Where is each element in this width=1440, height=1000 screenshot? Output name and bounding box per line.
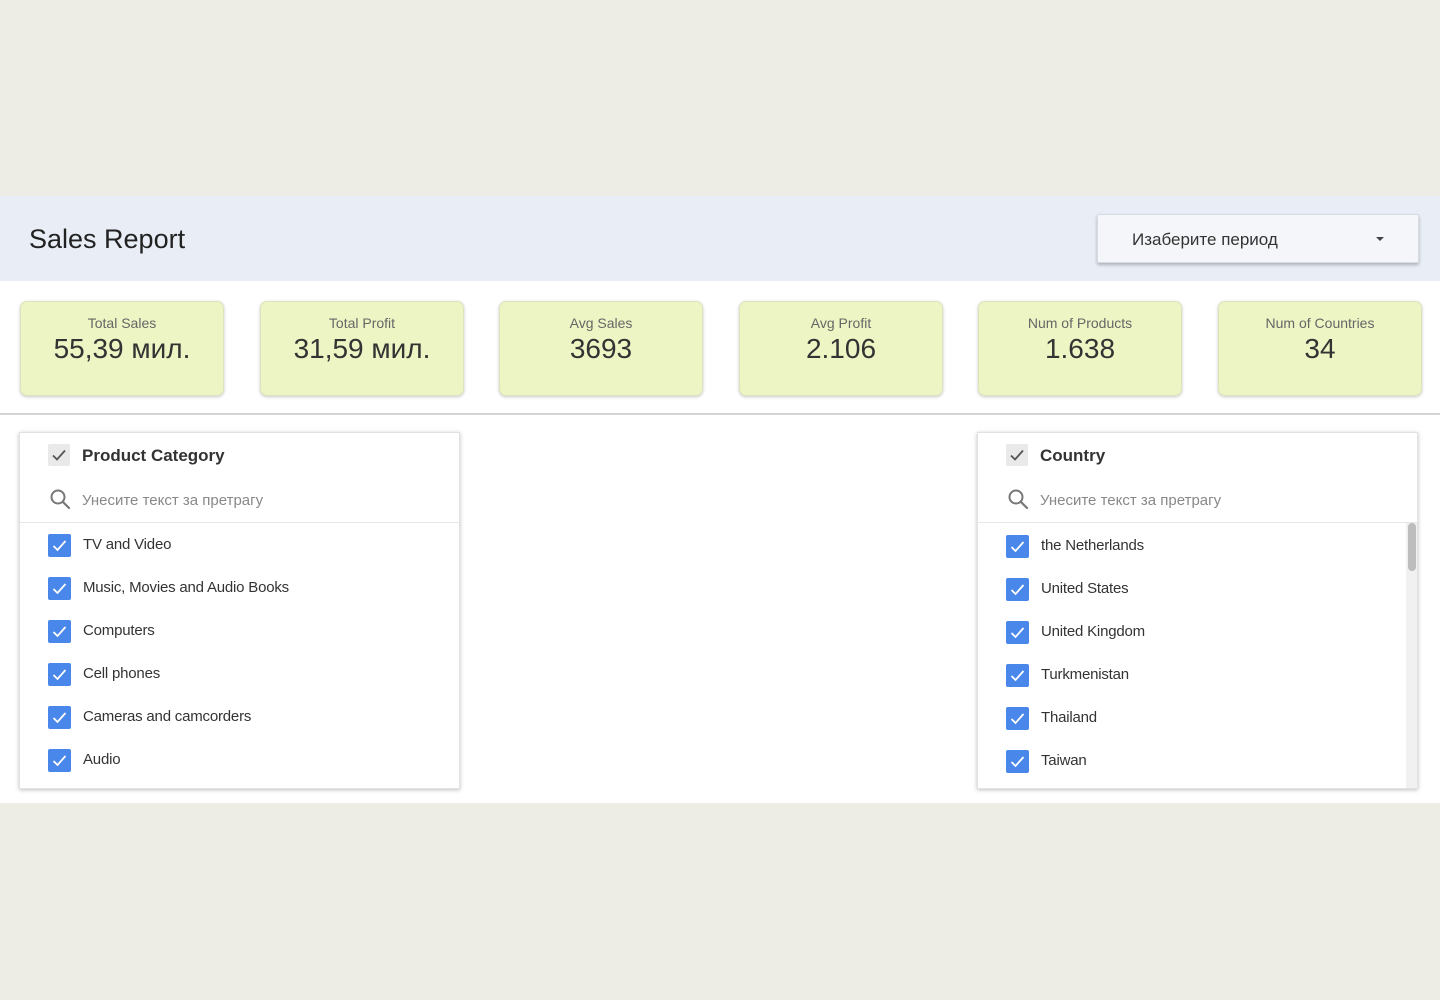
list-item[interactable]: Taiwan	[978, 739, 1417, 782]
kpi-label: Num of Countries	[1265, 315, 1375, 331]
list-item[interactable]: Cameras and camcorders	[20, 695, 459, 738]
product-category-filter: Product Category TV and Video Music, Mov…	[19, 432, 460, 789]
item-checkbox[interactable]	[48, 749, 71, 772]
list-item[interactable]: Thailand	[978, 696, 1417, 739]
list-item[interactable]: Turkmenistan	[978, 653, 1417, 696]
list-item[interactable]: Audio	[20, 738, 459, 781]
kpi-row: Total Sales 55,39 мил. Total Profit 31,5…	[0, 281, 1440, 415]
item-label: Taiwan	[1041, 752, 1087, 769]
filter-header: Country	[978, 433, 1417, 477]
filter-title: Country	[1040, 446, 1106, 465]
kpi-value: 1.638	[1044, 333, 1116, 364]
scrollbar-thumb[interactable]	[1408, 523, 1416, 571]
kpi-label: Num of Products	[1027, 315, 1133, 331]
item-label: Thailand	[1041, 709, 1097, 726]
period-select-label: Изаберите период	[1132, 230, 1278, 249]
checkmark-icon	[1010, 670, 1025, 682]
kpi-label: Avg Sales	[569, 315, 633, 331]
checkmark-icon	[1010, 713, 1025, 725]
item-checkbox[interactable]	[1006, 621, 1029, 644]
item-label: TV and Video	[83, 536, 172, 553]
checkmark-icon	[52, 583, 67, 595]
checkmark-icon	[52, 712, 67, 724]
period-select-dropdown[interactable]: Изаберите период	[1097, 214, 1419, 263]
kpi-label: Total Sales	[87, 315, 157, 331]
item-checkbox[interactable]	[48, 706, 71, 729]
scrollbar[interactable]	[1406, 523, 1417, 788]
item-label: United States	[1041, 580, 1129, 597]
item-label: Cameras and camcorders	[83, 708, 252, 725]
checkmark-icon	[52, 669, 67, 681]
kpi-value: 55,39 мил.	[53, 333, 191, 364]
item-checkbox[interactable]	[48, 577, 71, 600]
checkmark-icon	[1010, 584, 1025, 596]
filter-title: Product Category	[82, 446, 225, 465]
kpi-card-avg-sales: Avg Sales 3693	[499, 301, 703, 396]
checkmark-icon	[1010, 756, 1025, 768]
item-label: Turkmenistan	[1041, 666, 1129, 683]
item-label: United Kingdom	[1041, 623, 1145, 640]
checkmark-icon	[1010, 449, 1024, 461]
filter-items: TV and Video Music, Movies and Audio Boo…	[20, 523, 459, 788]
report-header: Sales Report Изаберите период	[0, 196, 1440, 281]
kpi-value: 31,59 мил.	[293, 333, 431, 364]
kpi-value: 2.106	[805, 333, 877, 364]
list-item[interactable]: Computers	[20, 609, 459, 652]
item-checkbox[interactable]	[1006, 578, 1029, 601]
checkmark-icon	[52, 540, 67, 552]
kpi-card-avg-profit: Avg Profit 2.106	[739, 301, 943, 396]
search-icon	[1008, 489, 1029, 510]
search-input[interactable]	[82, 489, 422, 511]
search-icon	[50, 489, 71, 510]
search-input[interactable]	[1040, 489, 1380, 511]
item-checkbox[interactable]	[48, 534, 71, 557]
kpi-card-num-countries: Num of Countries 34	[1218, 301, 1422, 396]
item-checkbox[interactable]	[1006, 707, 1029, 730]
item-checkbox[interactable]	[48, 663, 71, 686]
filter-search	[20, 477, 459, 523]
checkmark-icon	[52, 626, 67, 638]
item-label: the Netherlands	[1041, 537, 1144, 554]
item-checkbox[interactable]	[48, 620, 71, 643]
checkmark-icon	[52, 449, 66, 461]
item-label: Audio	[83, 751, 121, 768]
kpi-label: Total Profit	[328, 315, 396, 331]
kpi-card-total-profit: Total Profit 31,59 мил.	[260, 301, 464, 396]
list-item[interactable]: Cell phones	[20, 652, 459, 695]
item-checkbox[interactable]	[1006, 664, 1029, 687]
caret-down-icon	[1376, 237, 1384, 241]
filter-items: the Netherlands United States United Kin…	[978, 523, 1417, 788]
item-label: Computers	[83, 622, 155, 639]
checkmark-icon	[52, 755, 67, 767]
item-checkbox[interactable]	[1006, 535, 1029, 558]
filter-header: Product Category	[20, 433, 459, 477]
list-item[interactable]: United States	[978, 567, 1417, 610]
select-all-checkbox[interactable]	[1006, 444, 1028, 466]
filter-search	[978, 477, 1417, 523]
country-filter: Country the Netherlands United States Un…	[977, 432, 1418, 789]
kpi-card-total-sales: Total Sales 55,39 мил.	[20, 301, 224, 396]
select-all-checkbox[interactable]	[48, 444, 70, 466]
item-checkbox[interactable]	[1006, 750, 1029, 773]
kpi-card-num-products: Num of Products 1.638	[978, 301, 1182, 396]
list-item[interactable]: TV and Video	[20, 523, 459, 566]
item-label: Cell phones	[83, 665, 161, 682]
kpi-value: 34	[1304, 333, 1336, 364]
item-label: Music, Movies and Audio Books	[83, 579, 289, 596]
list-item[interactable]: the Netherlands	[978, 524, 1417, 567]
checkmark-icon	[1010, 627, 1025, 639]
checkmark-icon	[1010, 541, 1025, 553]
list-item[interactable]: United Kingdom	[978, 610, 1417, 653]
kpi-label: Avg Profit	[810, 315, 872, 331]
page-title: Sales Report	[29, 224, 186, 254]
list-item[interactable]: Music, Movies and Audio Books	[20, 566, 459, 609]
sales-report: Sales Report Изаберите период Total Sale…	[0, 196, 1440, 803]
kpi-value: 3693	[569, 333, 633, 364]
